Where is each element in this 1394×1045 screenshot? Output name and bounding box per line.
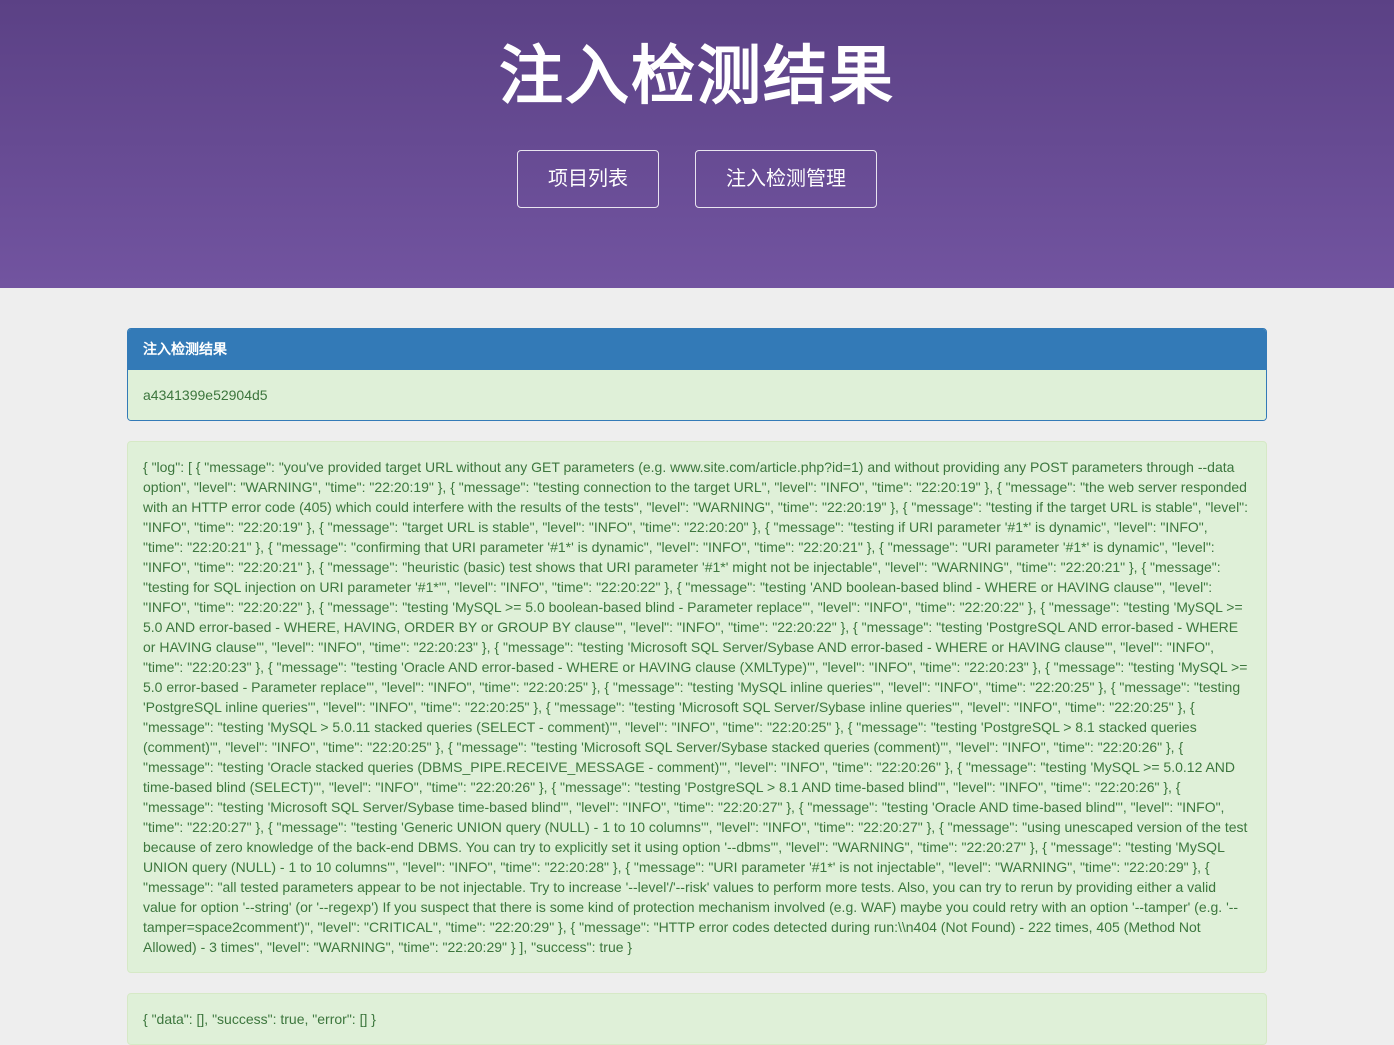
result-panel: 注入检测结果 a4341399e52904d5 <box>127 328 1267 421</box>
log-output: { "log": [ { "message": "you've provided… <box>127 441 1267 973</box>
injection-management-button[interactable]: 注入检测管理 <box>695 150 877 208</box>
main-content: 注入检测结果 a4341399e52904d5 { "log": [ { "me… <box>127 328 1267 1045</box>
header-nav: 项目列表 注入检测管理 <box>0 150 1394 208</box>
task-id: a4341399e52904d5 <box>128 370 1266 420</box>
project-list-button[interactable]: 项目列表 <box>517 150 659 208</box>
data-output: { "data": [], "success": true, "error": … <box>127 993 1267 1045</box>
page-header: 注入检测结果 项目列表 注入检测管理 <box>0 0 1394 288</box>
result-panel-heading: 注入检测结果 <box>128 329 1266 370</box>
page-title: 注入检测结果 <box>499 40 895 112</box>
